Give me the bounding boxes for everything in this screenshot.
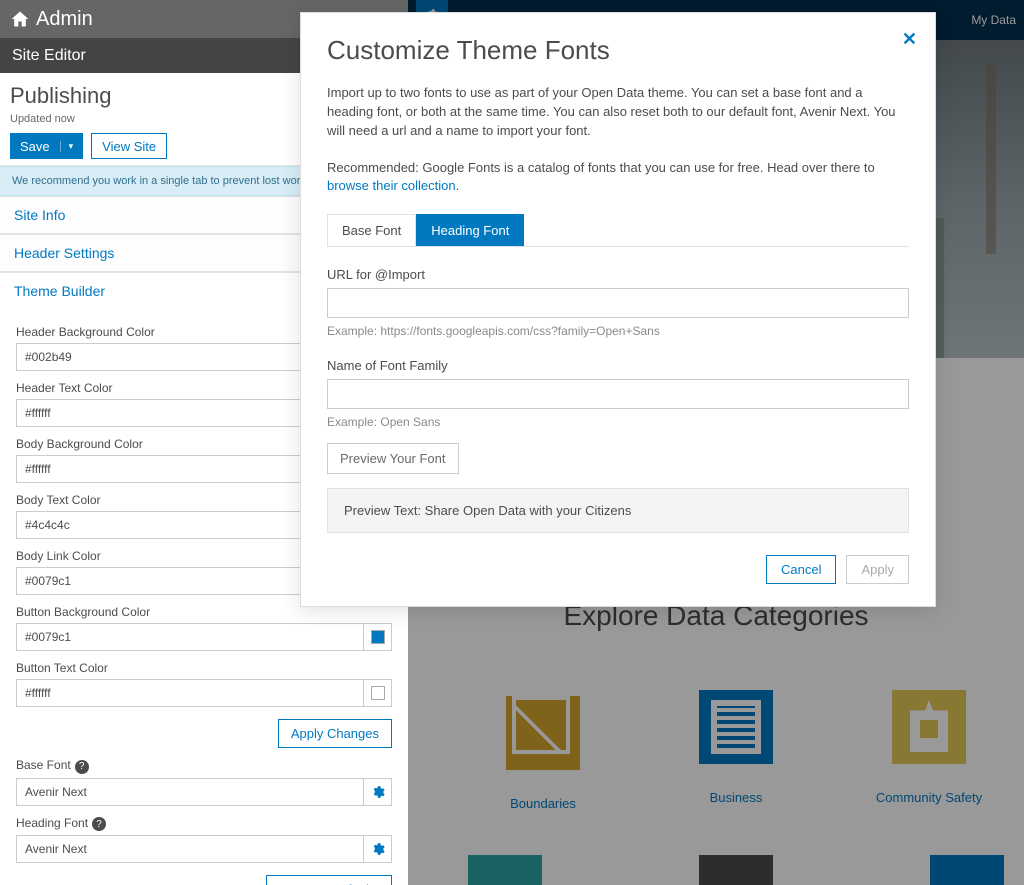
heading-font-input[interactable] — [16, 835, 364, 863]
import-url-hint: Example: https://fonts.googleapis.com/cs… — [327, 324, 909, 338]
help-icon[interactable]: ? — [75, 760, 89, 774]
modal-desc-2: Recommended: Google Fonts is a catalog o… — [327, 159, 909, 197]
tab-heading-font[interactable]: Heading Font — [416, 214, 524, 246]
save-button[interactable]: Save ▾ — [10, 133, 83, 159]
help-icon[interactable]: ? — [92, 817, 106, 831]
close-icon[interactable]: ✕ — [902, 29, 917, 50]
font-preview-text: Preview Text: Share Open Data with your … — [327, 488, 909, 533]
gear-icon — [371, 785, 385, 799]
button-bg-swatch[interactable] — [364, 623, 392, 651]
field-font-family-name: Name of Font Family Example: Open Sans — [327, 358, 909, 429]
import-url-input[interactable] — [327, 288, 909, 318]
base-font-gear-button[interactable] — [364, 778, 392, 806]
chevron-down-icon[interactable]: ▾ — [60, 141, 74, 152]
apply-changes-button[interactable]: Apply Changes — [278, 719, 392, 748]
field-button-text: Button Text Color — [16, 661, 392, 707]
button-text-swatch[interactable] — [364, 679, 392, 707]
modal-title: Customize Theme Fonts — [327, 35, 909, 66]
base-font-input[interactable] — [16, 778, 364, 806]
reset-defaults-button[interactable]: Reset to Defaults — [266, 875, 392, 885]
font-tabs: Base Font Heading Font — [327, 214, 909, 247]
button-text-input[interactable] — [16, 679, 364, 707]
view-site-button[interactable]: View Site — [91, 133, 167, 159]
apply-button[interactable]: Apply — [846, 555, 909, 584]
font-family-hint: Example: Open Sans — [327, 415, 909, 429]
button-bg-input[interactable] — [16, 623, 364, 651]
gear-icon — [371, 842, 385, 856]
field-base-font: Base Font? — [16, 758, 392, 806]
heading-font-gear-button[interactable] — [364, 835, 392, 863]
field-import-url: URL for @Import Example: https://fonts.g… — [327, 267, 909, 338]
customize-fonts-modal: ✕ Customize Theme Fonts Import up to two… — [300, 12, 936, 607]
home-icon — [10, 9, 30, 29]
font-family-input[interactable] — [327, 379, 909, 409]
browse-fonts-link[interactable]: browse their collection — [327, 178, 456, 193]
field-button-bg: Button Background Color — [16, 605, 392, 651]
modal-desc-1: Import up to two fonts to use as part of… — [327, 84, 909, 141]
field-heading-font: Heading Font? — [16, 816, 392, 864]
tab-base-font[interactable]: Base Font — [327, 214, 416, 246]
preview-font-button[interactable]: Preview Your Font — [327, 443, 459, 474]
cancel-button[interactable]: Cancel — [766, 555, 836, 584]
